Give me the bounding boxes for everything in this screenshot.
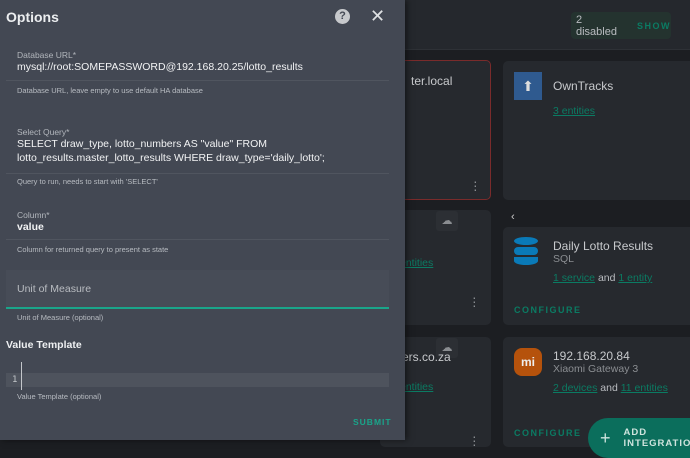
field-helper: Column for returned query to present as … — [17, 245, 169, 254]
editor-gutter — [21, 362, 22, 390]
overflow-menu-icon[interactable]: · · · — [472, 290, 477, 312]
help-icon[interactable]: ? — [335, 9, 350, 24]
column-field[interactable]: Column* value — [6, 206, 389, 240]
options-dialog: Options ? ✕ Database URL* mysql://root:S… — [0, 0, 405, 440]
dialog-title: Options — [6, 9, 59, 25]
field-helper: Database URL, leave empty to use default… — [17, 86, 203, 95]
field-label: Database URL* — [17, 50, 77, 60]
field-value[interactable]: mysql://root:SOMEPASSWORD@192.168.20.25/… — [17, 60, 392, 74]
overflow-menu-icon[interactable]: · · · — [473, 174, 478, 196]
card-title: ter.local — [411, 74, 453, 88]
field-value[interactable]: value — [17, 220, 392, 234]
card-title: ers.co.za — [402, 350, 451, 364]
card-title: OwnTracks — [553, 79, 614, 93]
database-url-field[interactable]: Database URL* mysql://root:SOMEPASSWORD@… — [6, 44, 389, 81]
owntracks-logo-icon: ⬆ — [514, 72, 542, 100]
disabled-count: 2 disabled — [576, 13, 617, 38]
configure-button[interactable]: CONFIGURE — [514, 305, 582, 315]
plus-icon: + — [600, 427, 612, 448]
submit-button[interactable]: SUBMIT — [353, 417, 392, 427]
overflow-menu-icon[interactable]: · · · — [472, 429, 477, 451]
add-integration-button[interactable]: + ADD INTEGRATION — [588, 418, 690, 458]
unit-of-measure-input[interactable]: Unit of Measure — [6, 270, 389, 309]
entities-link[interactable]: 11 entities — [621, 382, 668, 394]
field-helper: Query to run, needs to start with 'SELEC… — [17, 177, 158, 186]
cloud-icon: ☁ — [436, 211, 458, 231]
field-helper: Value Template (optional) — [17, 392, 102, 401]
services-link[interactable]: 1 service — [553, 272, 595, 284]
unit-of-measure-placeholder: Unit of Measure — [17, 283, 92, 295]
card-subtitle: SQL — [553, 253, 575, 265]
integration-card-owntracks: ⬆ OwnTracks 3 entities — [503, 61, 690, 200]
database-icon — [514, 237, 538, 265]
field-value[interactable]: SELECT draw_type, lotto_numbers AS "valu… — [17, 137, 392, 165]
field-label: Select Query* — [17, 127, 70, 137]
close-icon[interactable]: ✕ — [370, 6, 385, 27]
xiaomi-logo-icon: mi — [514, 348, 542, 376]
value-template-heading: Value Template — [6, 339, 82, 351]
show-disabled-button[interactable]: SHOW — [637, 21, 671, 31]
integration-card-daily-lotto: Daily Lotto Results SQL 1 service and 1 … — [503, 227, 690, 325]
field-helper: Unit of Measure (optional) — [17, 313, 104, 322]
card-links: 2 devices and 11 entities — [553, 382, 668, 394]
card-links: 1 service and 1 entity — [553, 272, 652, 284]
line-number: 1 — [12, 375, 18, 385]
value-template-editor[interactable] — [6, 373, 389, 387]
card-subtitle: Xiaomi Gateway 3 — [553, 363, 639, 375]
field-label: Column* — [17, 210, 50, 220]
and-text: and — [600, 382, 618, 394]
select-query-field[interactable]: Select Query* SELECT draw_type, lotto_nu… — [6, 124, 389, 174]
configure-button[interactable]: CONFIGURE — [514, 428, 582, 438]
and-text: and — [597, 272, 616, 284]
disabled-chip: 2 disabled SHOW — [571, 12, 671, 39]
devices-link[interactable]: 2 devices — [553, 382, 597, 394]
card-title: 192.168.20.84 — [553, 349, 630, 363]
entities-link[interactable]: 3 entities — [553, 105, 595, 117]
chevron-left-icon[interactable]: ‹ — [511, 211, 515, 223]
entity-link[interactable]: 1 entity — [618, 272, 652, 284]
add-integration-label: ADD INTEGRATION — [623, 427, 690, 449]
card-title: Daily Lotto Results — [553, 239, 654, 253]
